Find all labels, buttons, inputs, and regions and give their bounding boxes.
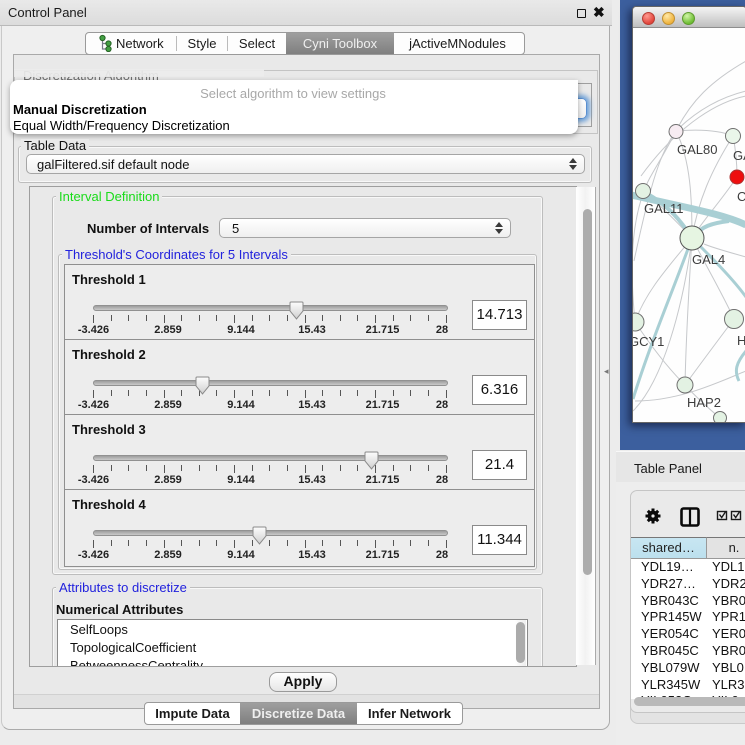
svg-text:C: C — [737, 189, 745, 204]
svg-text:HA: HA — [737, 333, 745, 348]
svg-text:GAL4: GAL4 — [692, 252, 725, 267]
svg-text:GAL11: GAL11 — [644, 201, 684, 216]
svg-text:GA: GA — [733, 148, 745, 163]
svg-text:GCY1: GCY1 — [633, 334, 664, 349]
svg-text:GAL80: GAL80 — [677, 142, 717, 157]
svg-text:HAP2: HAP2 — [687, 395, 721, 410]
